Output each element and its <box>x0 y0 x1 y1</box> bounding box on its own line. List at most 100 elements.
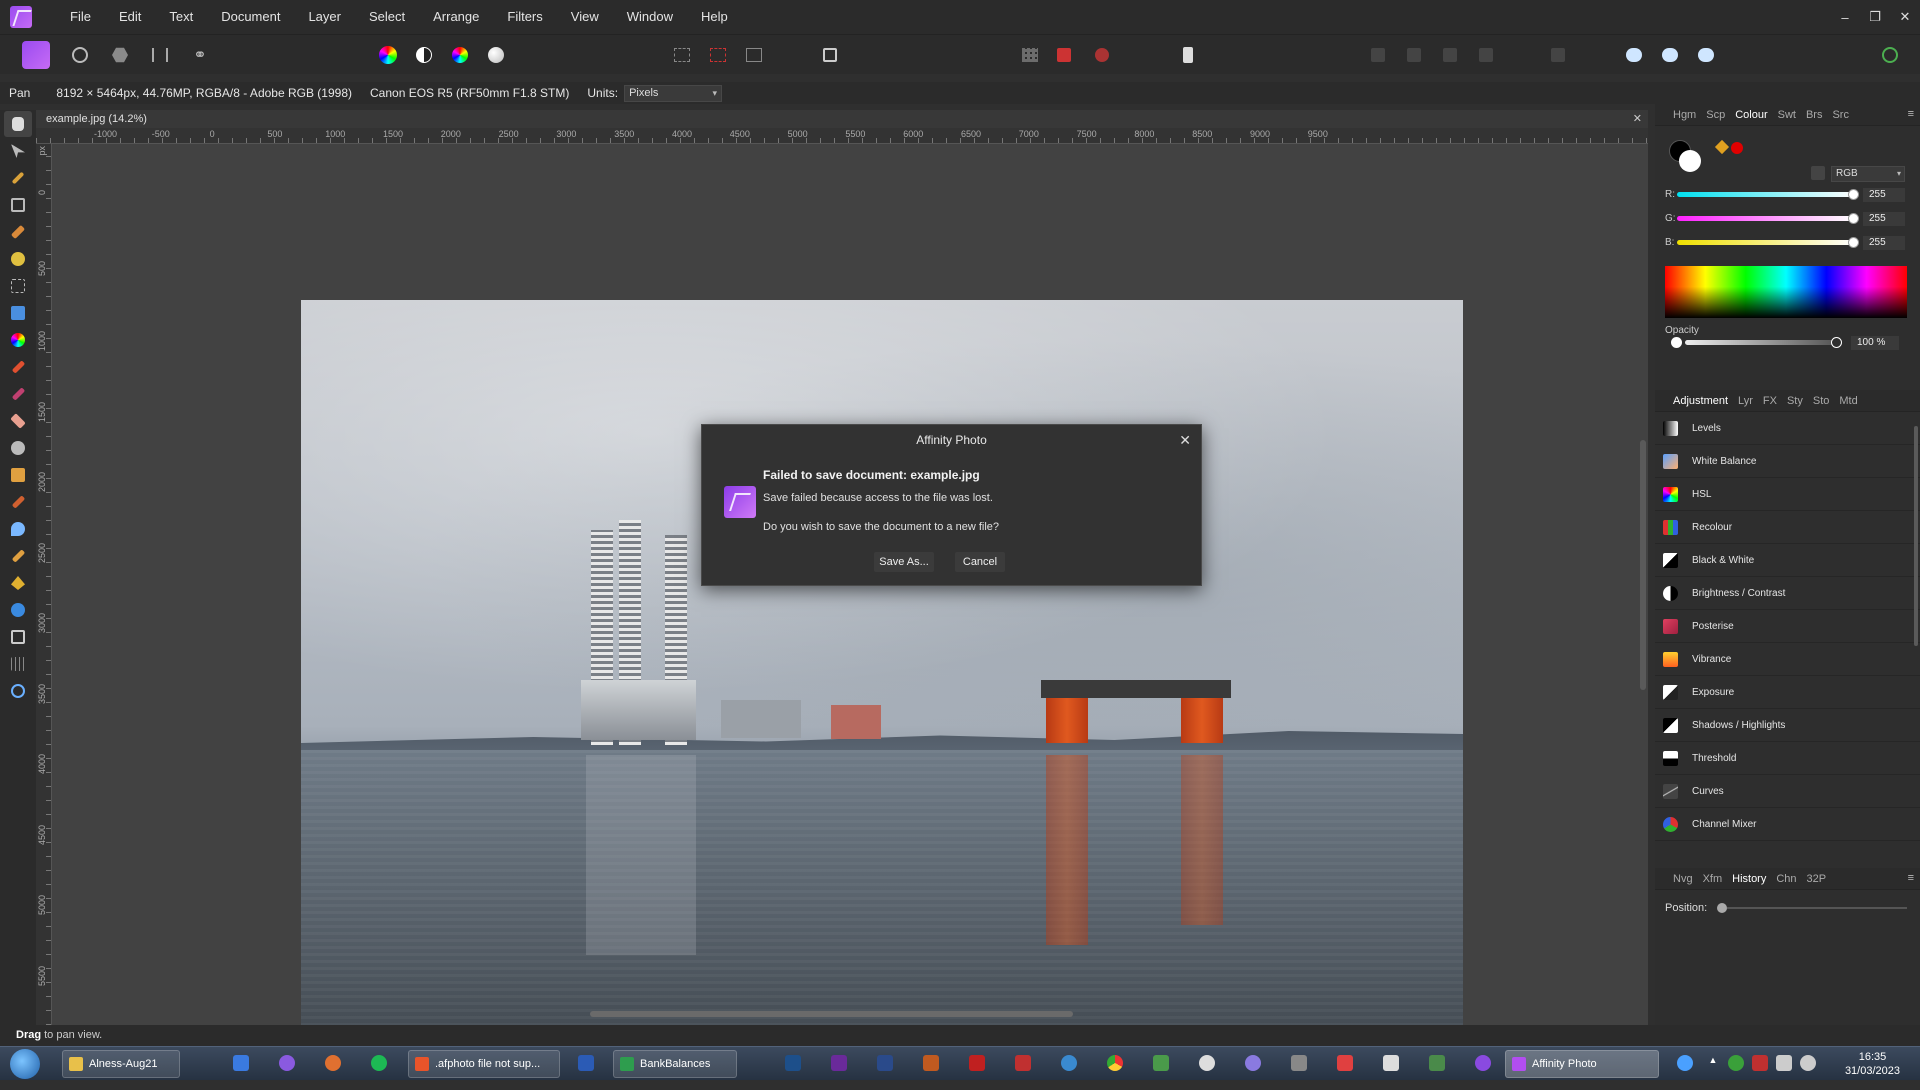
mesh-warp-tool-icon[interactable] <box>4 651 32 677</box>
panel-menu-icon[interactable]: ≡ <box>1908 108 1914 120</box>
tray-icon[interactable] <box>1752 1055 1768 1071</box>
adjustment-hsl[interactable]: HSL <box>1655 478 1920 511</box>
tray-expand-icon[interactable]: ▲ <box>1705 1055 1721 1071</box>
adjustment-shadows-highlights[interactable]: Shadows / Highlights <box>1655 709 1920 742</box>
paint-brush-tool-icon[interactable] <box>4 354 32 380</box>
capture-one-icon[interactable] <box>831 1055 847 1071</box>
selection-brush-tool-icon[interactable] <box>4 219 32 245</box>
photoshop-icon[interactable] <box>785 1055 801 1071</box>
tab-fx[interactable]: FX <box>1763 395 1777 407</box>
app-icon[interactable] <box>1429 1055 1445 1071</box>
flood-select-tool-icon[interactable] <box>4 246 32 272</box>
align-icon[interactable] <box>1544 41 1572 69</box>
crop-tool-icon[interactable] <box>4 192 32 218</box>
assistant-icon[interactable] <box>1088 41 1116 69</box>
colour-model-dropdown[interactable]: RGB <box>1831 166 1905 182</box>
channel-r-knob[interactable] <box>1848 189 1859 200</box>
deselect-icon[interactable] <box>704 41 732 69</box>
tab-channels[interactable]: Chn <box>1776 873 1796 885</box>
app-icon[interactable] <box>279 1055 295 1071</box>
channel-g-knob[interactable] <box>1848 213 1859 224</box>
save-as-button[interactable]: Save As... <box>874 552 934 572</box>
adjustment-threshold[interactable]: Threshold <box>1655 742 1920 775</box>
menu-file[interactable]: File <box>56 0 105 34</box>
menu-select[interactable]: Select <box>355 0 419 34</box>
auto-levels-icon[interactable] <box>374 41 402 69</box>
arrange-back-icon[interactable] <box>1364 41 1392 69</box>
healing-tool-icon[interactable] <box>4 489 32 515</box>
menu-layer[interactable]: Layer <box>294 0 355 34</box>
channel-b-value[interactable]: 255 <box>1863 236 1905 250</box>
export-persona-icon[interactable]: ⚭ <box>186 41 214 69</box>
boolean-subtract-icon[interactable] <box>1656 41 1684 69</box>
restore-icon[interactable]: ❐ <box>1860 0 1890 34</box>
adjustment-black-white[interactable]: Black & White <box>1655 544 1920 577</box>
channel-g-slider[interactable] <box>1677 216 1853 221</box>
arrange-forward-icon[interactable] <box>1436 41 1464 69</box>
tab-histogram[interactable]: Hgm <box>1673 109 1696 121</box>
opacity-value[interactable]: 100 % <box>1851 336 1899 350</box>
taskbar-explorer-button[interactable]: Alness-Aug21 <box>62 1050 180 1078</box>
taskbar-affinity-photo-button[interactable]: Affinity Photo <box>1505 1050 1659 1078</box>
history-position-slider[interactable] <box>1727 907 1907 909</box>
snapping-grid-icon[interactable] <box>1016 41 1044 69</box>
spotify-icon[interactable] <box>371 1055 387 1071</box>
quick-mask-icon[interactable] <box>816 41 844 69</box>
dodge-tool-icon[interactable] <box>4 435 32 461</box>
adjustment-brightness-contrast[interactable]: Brightness / Contrast <box>1655 577 1920 610</box>
channel-g-value[interactable]: 255 <box>1863 212 1905 226</box>
tab-layers[interactable]: Lyr <box>1738 395 1753 407</box>
tab-brushes[interactable]: Brs <box>1806 109 1823 121</box>
adjustment-curves[interactable]: Curves <box>1655 775 1920 808</box>
channel-r-value[interactable]: 255 <box>1863 188 1905 202</box>
menu-help[interactable]: Help <box>687 0 742 34</box>
close-icon[interactable]: ✕ <box>1890 0 1920 34</box>
adjustment-vibrance[interactable]: Vibrance <box>1655 643 1920 676</box>
tab-colour[interactable]: Colour <box>1735 109 1767 121</box>
tab-history[interactable]: History <box>1732 873 1766 885</box>
adjustment-recolour[interactable]: Recolour <box>1655 511 1920 544</box>
tab-navigator[interactable]: Nvg <box>1673 873 1693 885</box>
thunderbird-icon[interactable] <box>325 1055 341 1071</box>
dialog-close-icon[interactable]: ✕ <box>1179 425 1191 455</box>
photo-persona-icon[interactable] <box>22 41 50 69</box>
app-icon[interactable] <box>1337 1055 1353 1071</box>
snapping-icon[interactable] <box>1050 41 1078 69</box>
app-icon[interactable] <box>1475 1055 1491 1071</box>
units-dropdown[interactable]: Pixels <box>624 84 723 102</box>
tab-adjustment[interactable]: Adjustment <box>1673 395 1728 407</box>
adjustment-levels[interactable]: Levels <box>1655 412 1920 445</box>
tab-transform[interactable]: Xfm <box>1703 873 1723 885</box>
tab-scopes[interactable]: Scp <box>1706 109 1725 121</box>
network-icon[interactable] <box>1776 1055 1792 1071</box>
pdf-icon[interactable] <box>1015 1055 1031 1071</box>
pen-tool-icon[interactable] <box>4 570 32 596</box>
lock-icon[interactable] <box>1811 166 1825 180</box>
horizontal-scrollbar[interactable] <box>590 1011 1073 1017</box>
background-colour-swatch[interactable] <box>1679 150 1701 172</box>
erase-tool-icon[interactable] <box>4 408 32 434</box>
opacity-knob[interactable] <box>1831 337 1842 348</box>
app-icon[interactable] <box>1291 1055 1307 1071</box>
minimize-icon[interactable]: – <box>1830 0 1860 34</box>
smudge-tool-icon[interactable] <box>4 543 32 569</box>
chrome-icon[interactable] <box>1107 1055 1123 1071</box>
taskbar-firefox-button[interactable]: .afphoto file not sup... <box>408 1050 560 1078</box>
clone-tool-icon[interactable] <box>4 462 32 488</box>
colour-picker-tool-icon[interactable] <box>4 165 32 191</box>
auto-colour-icon[interactable] <box>446 41 474 69</box>
colour-picker-icon[interactable] <box>1714 139 1730 155</box>
bridge-icon[interactable] <box>923 1055 939 1071</box>
tab-32bit-preview[interactable]: 32P <box>1807 873 1827 885</box>
start-button[interactable] <box>10 1049 40 1079</box>
vertical-scrollbar[interactable] <box>1640 440 1646 690</box>
word-icon[interactable] <box>578 1055 594 1071</box>
history-panel-menu-icon[interactable]: ≡ <box>1908 872 1914 884</box>
adjustment-posterise[interactable]: Posterise <box>1655 610 1920 643</box>
outlook-icon[interactable] <box>233 1055 249 1071</box>
cancel-button[interactable]: Cancel <box>955 552 1005 572</box>
move-tool-icon[interactable] <box>4 138 32 164</box>
shape-tool-icon[interactable] <box>4 597 32 623</box>
adjustment-scrollbar[interactable] <box>1914 426 1918 646</box>
adjustment-exposure[interactable]: Exposure <box>1655 676 1920 709</box>
